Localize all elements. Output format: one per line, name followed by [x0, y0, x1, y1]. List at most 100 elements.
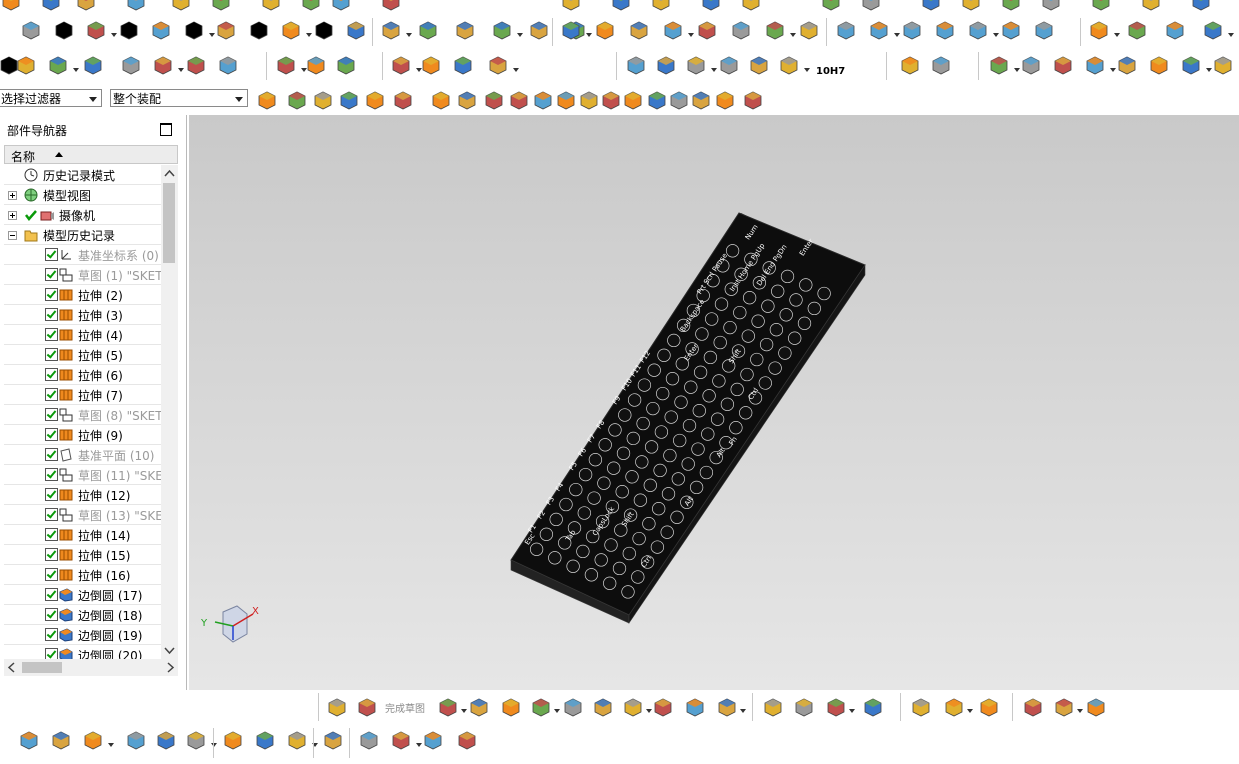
tree-row[interactable]: 基准坐标系 (0): [4, 245, 161, 265]
toolbar-tool-icon[interactable]: [1148, 54, 1170, 76]
keycap[interactable]: [759, 337, 774, 352]
toolbar-tool-icon[interactable]: [1126, 19, 1148, 41]
toolbar-tool-icon[interactable]: [578, 89, 600, 111]
keycap[interactable]: [733, 305, 747, 320]
keycap[interactable]: [684, 380, 698, 394]
toolbar-tool-icon[interactable]: [762, 696, 784, 718]
toolbar-tool-icon[interactable]: [560, 0, 582, 12]
toolbar-tool-icon[interactable]: [256, 89, 278, 111]
toolbar-tool-icon[interactable]: [75, 0, 97, 12]
toolbar-tool-icon[interactable]: [1090, 0, 1112, 12]
toolbar-tool-icon[interactable]: [248, 19, 270, 41]
chevron-down-icon[interactable]: [688, 33, 694, 37]
keycap[interactable]: [646, 401, 660, 416]
toolbar-tool-icon[interactable]: [622, 89, 644, 111]
toolbar-tool-icon[interactable]: [1033, 19, 1055, 41]
keycap[interactable]: [725, 244, 740, 258]
toolbar-tool-icon[interactable]: [1000, 0, 1022, 12]
keycap[interactable]: [616, 446, 631, 460]
tree-row[interactable]: 历史记录模式: [4, 165, 161, 185]
visibility-checkbox[interactable]: [45, 248, 58, 261]
toolbar-tool-icon[interactable]: [50, 729, 72, 751]
toolbar-tool-icon[interactable]: [625, 54, 647, 76]
keycap[interactable]: [576, 544, 590, 559]
toolbar-tool-icon[interactable]: [185, 729, 207, 751]
toolbar-tool-icon[interactable]: [155, 729, 177, 751]
keycap[interactable]: [612, 561, 627, 576]
toolbar-tool-icon[interactable]: [286, 729, 308, 751]
visibility-checkbox[interactable]: [45, 548, 58, 561]
keycap[interactable]: [807, 301, 821, 316]
keycap[interactable]: [631, 570, 645, 584]
toolbar-tool-icon[interactable]: [286, 89, 308, 111]
keycap[interactable]: [643, 478, 657, 492]
toolbar-tool-icon[interactable]: [380, 19, 402, 41]
horizontal-scrollbar[interactable]: [4, 659, 178, 676]
toolbar-tool-icon[interactable]: [1212, 54, 1234, 76]
toolbar-tool-icon[interactable]: [82, 729, 104, 751]
keycap[interactable]: [705, 312, 719, 326]
toolbar-tool-icon[interactable]: [217, 54, 239, 76]
toolbar-tool-icon[interactable]: [622, 696, 644, 718]
keycap[interactable]: [622, 546, 636, 561]
toolbar-tool-icon[interactable]: [610, 0, 632, 12]
toolbar-tool-icon[interactable]: [967, 19, 989, 41]
toolbar-tool-icon[interactable]: [943, 696, 965, 718]
keycap[interactable]: [797, 316, 812, 330]
graphics-viewport[interactable]: Esc Tab CapsLock Shift Ctrl Alt Enter Backspace…: [189, 115, 1239, 690]
maximize-icon[interactable]: [160, 123, 172, 136]
toolbar-tool-icon[interactable]: [364, 89, 386, 111]
keycap[interactable]: [713, 335, 727, 350]
toolbar-tool-icon[interactable]: [468, 696, 490, 718]
toolbar-tool-icon[interactable]: [528, 19, 550, 41]
keycap[interactable]: [644, 440, 659, 454]
keycap[interactable]: [569, 482, 583, 497]
keycap[interactable]: [729, 421, 743, 435]
keycap[interactable]: [703, 350, 718, 365]
keycap[interactable]: [637, 378, 652, 392]
keycap[interactable]: [750, 352, 764, 367]
chevron-down-icon[interactable]: [306, 33, 312, 37]
toolbar-tool-icon[interactable]: [910, 696, 932, 718]
vertical-scroll-thumb[interactable]: [163, 183, 175, 263]
chevron-down-icon[interactable]: [406, 33, 412, 37]
toolbar-tool-icon[interactable]: [150, 19, 172, 41]
toolbar-tool-icon[interactable]: [452, 54, 474, 76]
keycap[interactable]: [741, 329, 755, 343]
tree-row[interactable]: 拉伸 (12): [4, 485, 161, 505]
keycap[interactable]: [682, 418, 697, 433]
tree-row[interactable]: 拉伸 (6): [4, 365, 161, 385]
toolbar-tool-icon[interactable]: [798, 19, 820, 41]
keycap[interactable]: [566, 559, 580, 573]
toolbar-tool-icon[interactable]: [1040, 0, 1062, 12]
toolbar-tool-icon[interactable]: [508, 89, 530, 111]
keycap[interactable]: [559, 497, 573, 512]
keycap[interactable]: [654, 425, 669, 439]
keycap[interactable]: [621, 585, 635, 599]
toolbar-tool-icon[interactable]: [1116, 54, 1138, 76]
keycap[interactable]: [603, 576, 617, 590]
toolbar-tool-icon[interactable]: [860, 0, 882, 12]
keycap[interactable]: [674, 395, 688, 409]
keycap[interactable]: [768, 361, 782, 375]
keycap[interactable]: [626, 431, 640, 446]
toolbar-tool-icon[interactable]: [835, 19, 857, 41]
toolbar-tool-icon[interactable]: [718, 54, 740, 76]
keycap[interactable]: [695, 327, 709, 341]
visibility-checkbox[interactable]: [45, 408, 58, 421]
visibility-checkbox[interactable]: [45, 608, 58, 621]
toolbar-tool-icon[interactable]: [1020, 54, 1042, 76]
tree-row[interactable]: 拉伸 (9): [4, 425, 161, 445]
toolbar-tool-icon[interactable]: [0, 0, 22, 12]
tree-row[interactable]: 边倒圆 (19): [4, 625, 161, 645]
toolbar-tool-icon[interactable]: [594, 19, 616, 41]
keycap[interactable]: [660, 525, 674, 539]
visibility-checkbox[interactable]: [45, 508, 58, 521]
toolbar-tool-icon[interactable]: [417, 19, 439, 41]
toolbar-tool-icon[interactable]: [125, 729, 147, 751]
keycap[interactable]: [702, 389, 716, 403]
toolbar-tool-icon[interactable]: [420, 54, 442, 76]
keycap[interactable]: [656, 386, 670, 401]
chevron-down-icon[interactable]: [967, 709, 973, 713]
toolbar-tool-icon[interactable]: [1088, 19, 1110, 41]
